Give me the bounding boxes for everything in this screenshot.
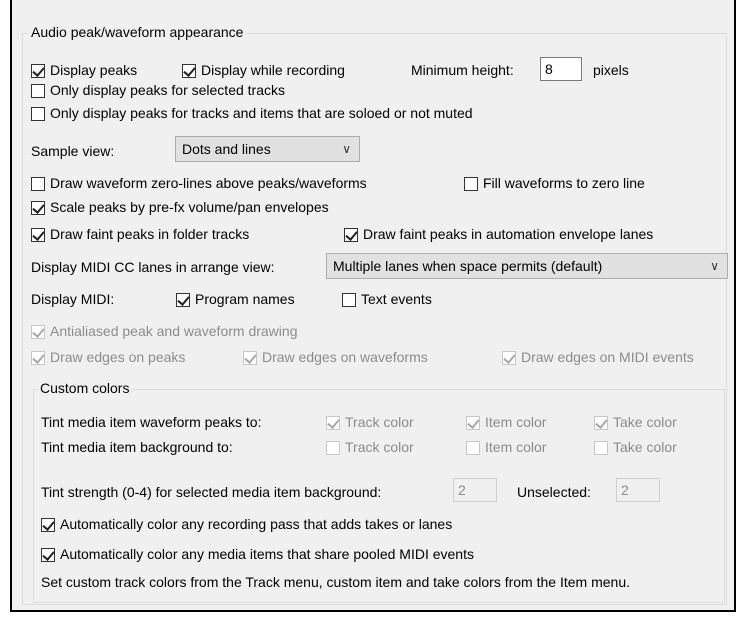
chevron-down-icon: ∨ [710,259,719,273]
fill-to-zero-label[interactable]: Fill waveforms to zero line [483,175,645,191]
tint-peaks-item-checkbox[interactable] [466,416,480,430]
pixels-label: pixels [593,62,629,78]
midi-cc-label: Display MIDI CC lanes in arrange view: [31,259,275,275]
draw-zero-lines-label[interactable]: Draw waveform zero-lines above peaks/wav… [50,175,367,191]
text-events-checkbox[interactable] [342,293,356,307]
auto-color-pooled-label[interactable]: Automatically color any media items that… [60,546,474,562]
unselected-input[interactable]: 2 [616,478,660,502]
tint-peaks-take-checkbox[interactable] [594,416,608,430]
only-selected-checkbox[interactable] [31,84,45,98]
edges-waveforms-label[interactable]: Draw edges on waveforms [262,349,428,365]
antialiased-checkbox[interactable] [31,325,45,339]
faint-automation-label[interactable]: Draw faint peaks in automation envelope … [363,226,653,242]
tint-peaks-item-label[interactable]: Item color [485,414,546,430]
tint-strength-input[interactable]: 2 [453,478,497,502]
faint-folder-label[interactable]: Draw faint peaks in folder tracks [50,226,249,242]
faint-folder-checkbox[interactable] [31,228,45,242]
unselected-label: Unselected: [517,484,591,500]
sample-view-value: Dots and lines [182,141,271,157]
display-peaks-label[interactable]: Display peaks [50,62,137,78]
tint-bg-label: Tint media item background to: [41,439,233,455]
only-selected-label[interactable]: Only display peaks for selected tracks [50,82,285,98]
footer-note: Set custom track colors from the Track m… [41,574,630,590]
tint-peaks-track-checkbox[interactable] [326,416,340,430]
midi-cc-dropdown[interactable]: Multiple lanes when space permits (defau… [326,253,728,279]
text-events-label[interactable]: Text events [361,291,432,307]
tint-bg-take-checkbox[interactable] [594,441,608,455]
edges-midi-checkbox[interactable] [502,351,516,365]
display-while-recording-label[interactable]: Display while recording [201,62,345,78]
draw-zero-lines-checkbox[interactable] [31,177,45,191]
tint-strength-label: Tint strength (0-4) for selected media i… [41,484,382,500]
tint-bg-item-checkbox[interactable] [466,441,480,455]
custom-colors-title: Custom colors [37,380,133,396]
chevron-down-icon: ∨ [342,142,351,156]
auto-color-recording-label[interactable]: Automatically color any recording pass t… [60,516,452,532]
antialiased-label[interactable]: Antialiased peak and waveform drawing [50,323,297,339]
only-soloed-checkbox[interactable] [31,107,45,121]
sample-view-dropdown[interactable]: Dots and lines ∨ [175,136,360,162]
scale-peaks-label[interactable]: Scale peaks by pre-fx volume/pan envelop… [50,199,329,215]
tint-bg-take-label[interactable]: Take color [613,439,677,455]
scale-peaks-checkbox[interactable] [31,201,45,215]
min-height-label: Minimum height: [411,62,514,78]
faint-automation-checkbox[interactable] [344,228,358,242]
sample-view-label: Sample view: [31,143,115,159]
edges-peaks-checkbox[interactable] [31,351,45,365]
midi-cc-value: Multiple lanes when space permits (defau… [333,258,603,274]
min-height-input[interactable]: 8 [540,57,582,81]
tint-peaks-take-label[interactable]: Take color [613,414,677,430]
program-names-checkbox[interactable] [176,293,190,307]
tint-bg-item-label[interactable]: Item color [485,439,546,455]
tint-bg-track-label[interactable]: Track color [345,439,414,455]
display-peaks-checkbox[interactable] [31,64,45,78]
tint-peaks-label: Tint media item waveform peaks to: [41,414,262,430]
auto-color-pooled-checkbox[interactable] [41,548,55,562]
edges-waveforms-checkbox[interactable] [243,351,257,365]
display-midi-label: Display MIDI: [31,291,115,307]
program-names-label[interactable]: Program names [195,291,295,307]
tint-peaks-track-label[interactable]: Track color [345,414,414,430]
only-soloed-label[interactable]: Only display peaks for tracks and items … [50,105,473,121]
auto-color-recording-checkbox[interactable] [41,518,55,532]
peaks-group-title: Audio peak/waveform appearance [28,24,247,40]
display-while-recording-checkbox[interactable] [182,64,196,78]
tint-bg-track-checkbox[interactable] [326,441,340,455]
edges-midi-label[interactable]: Draw edges on MIDI events [521,349,694,365]
edges-peaks-label[interactable]: Draw edges on peaks [50,349,185,365]
fill-to-zero-checkbox[interactable] [464,177,478,191]
preferences-panel: Audio peak/waveform appearance Display p… [10,0,736,612]
